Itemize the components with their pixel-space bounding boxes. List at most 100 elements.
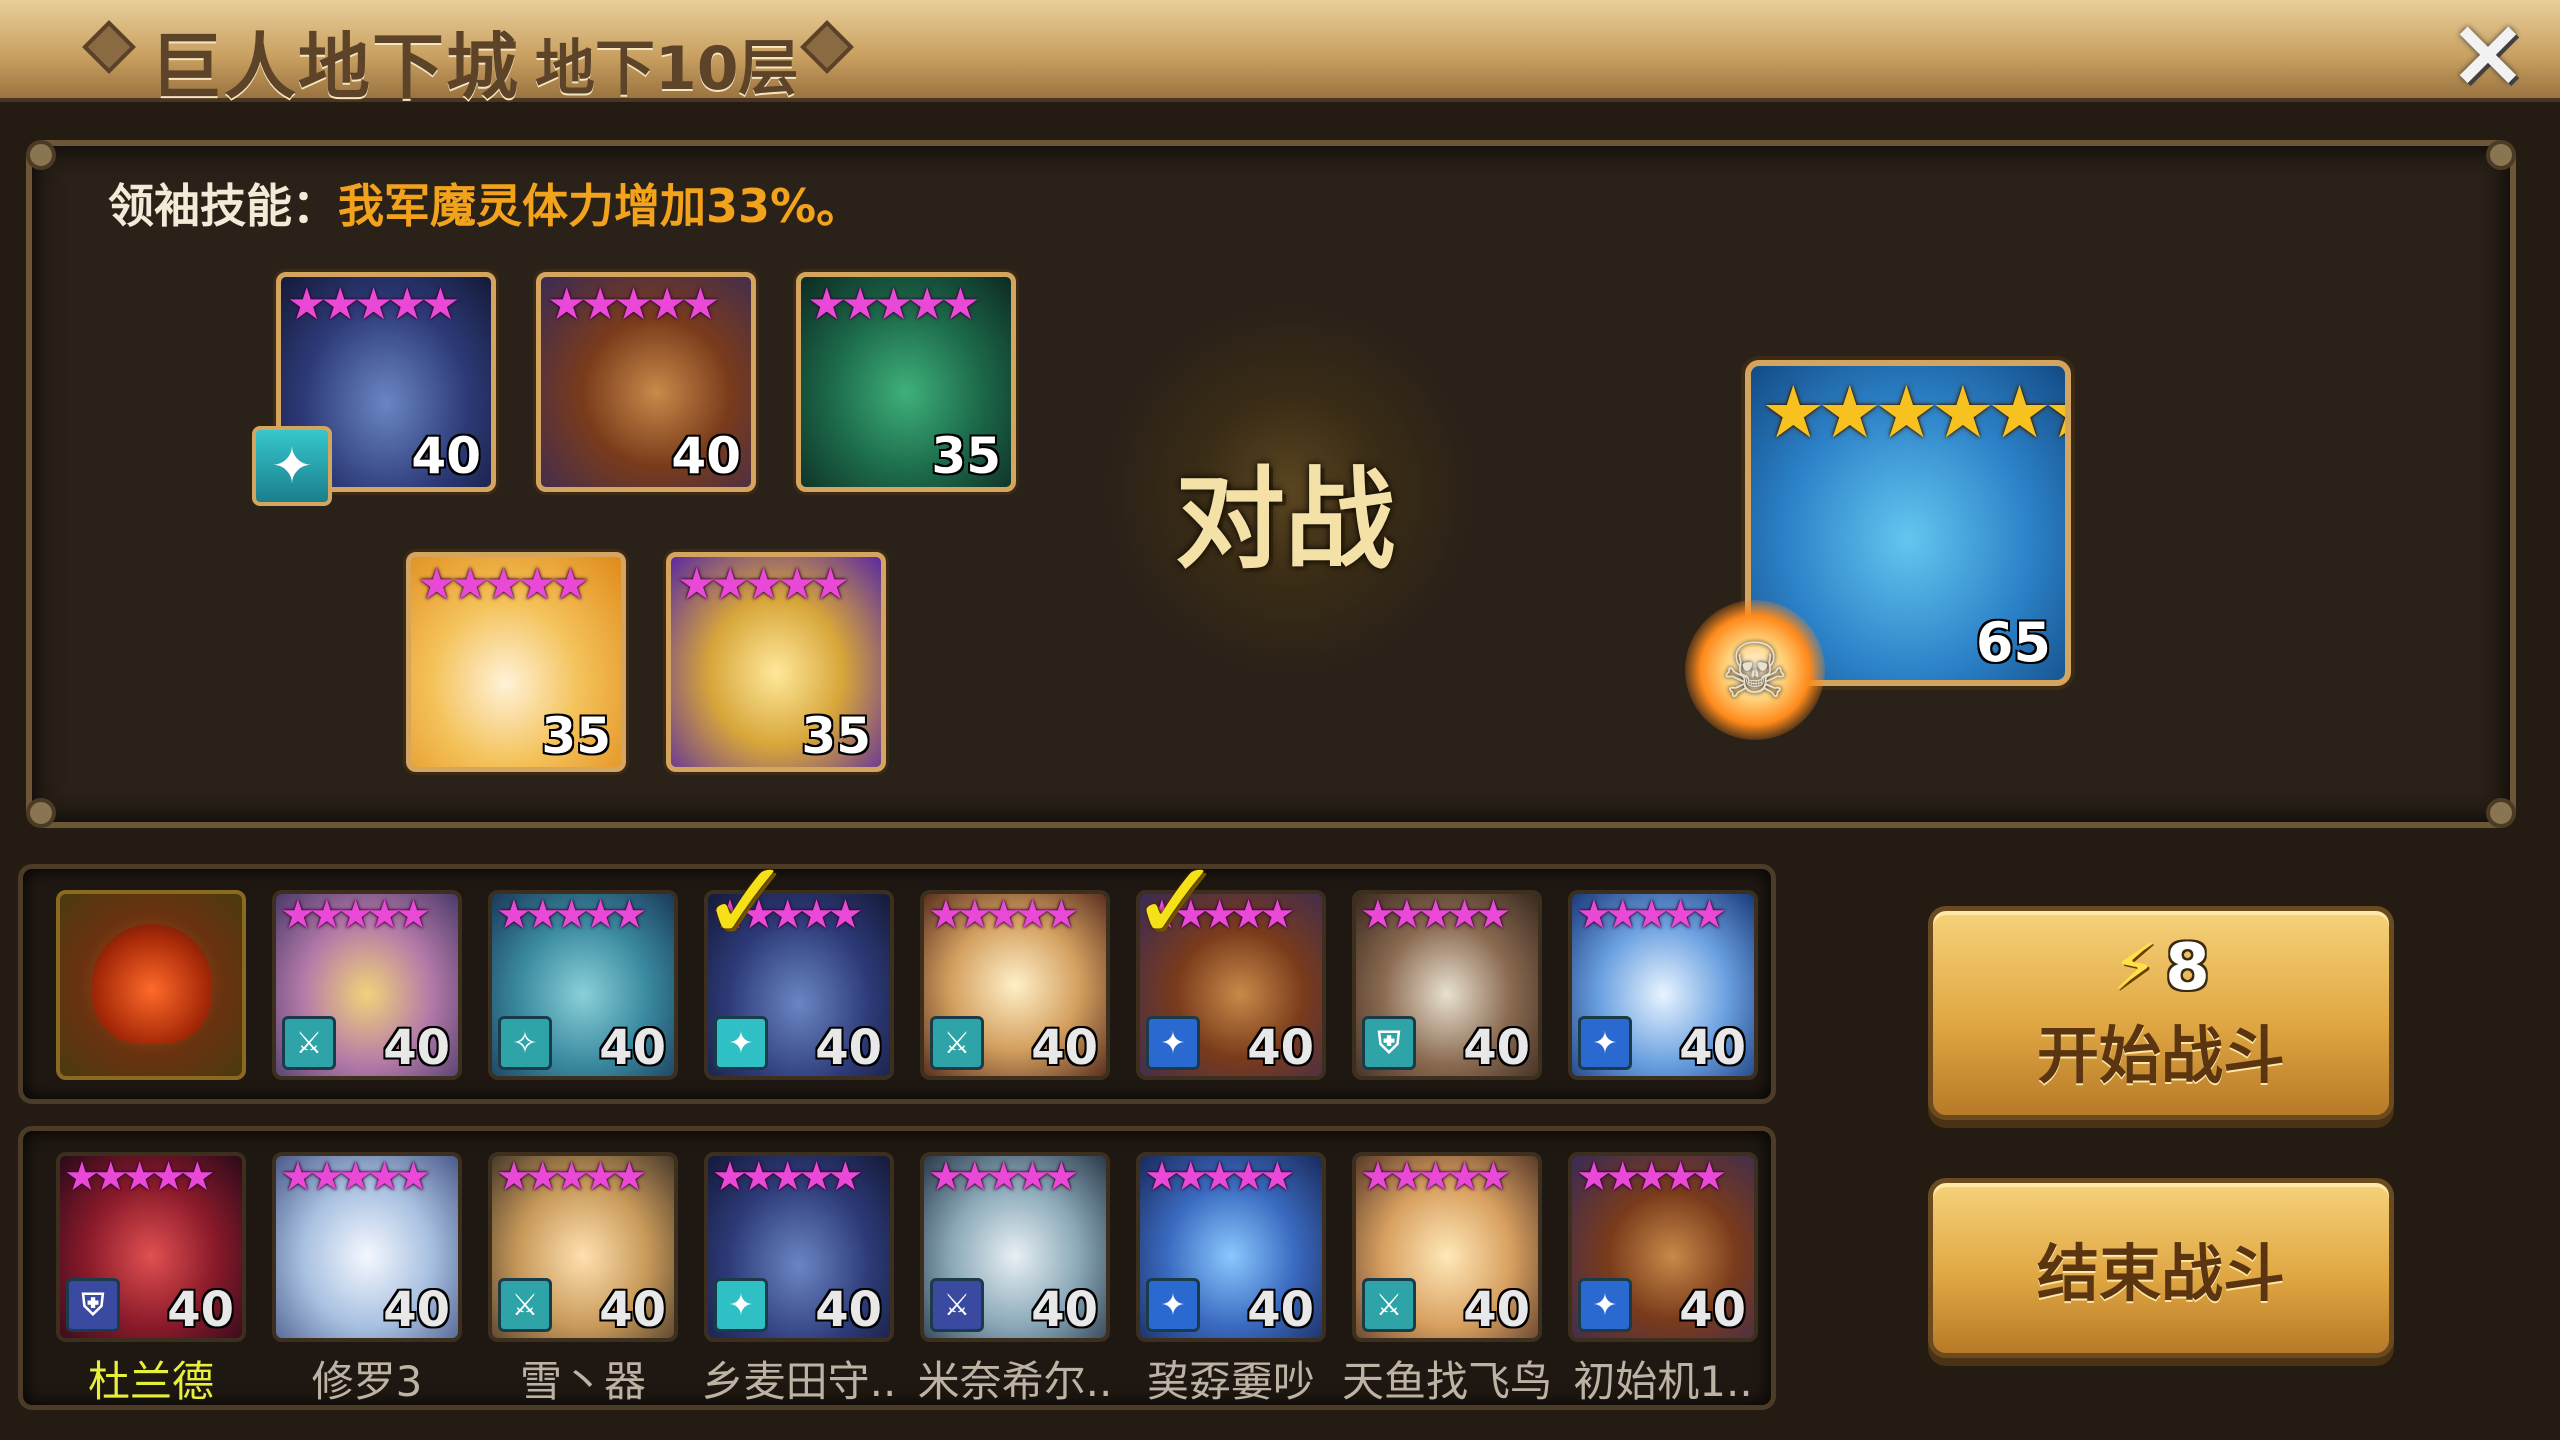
star-rating: ★★★★★ — [1576, 1154, 1727, 1200]
monster-level: 40 — [599, 1020, 666, 1076]
player-name: 巭孬嫑吵 — [1146, 1357, 1315, 1406]
attribute-icon: ✧ — [498, 1016, 552, 1070]
attribute-icon: ⚔ — [282, 1016, 336, 1070]
corner-rivet-icon — [2486, 140, 2516, 170]
star-rating: ★★★★★ — [928, 892, 1079, 938]
dungeon-title: 巨人地下城 — [150, 25, 521, 109]
team-monster-card[interactable]: ★★★★★ 35 — [666, 552, 886, 772]
monster-helmet-icon — [92, 924, 212, 1044]
attribute-icon: ⛨ — [1362, 1016, 1416, 1070]
star-rating: ★★★★★ — [280, 1154, 431, 1200]
monster-level: 40 — [1679, 1282, 1746, 1338]
player-name: 天鱼找飞鸟 — [1342, 1357, 1552, 1406]
start-battle-button[interactable]: ⚡ 8 开始战斗 — [1928, 906, 2394, 1120]
attribute-icon: ⚔ — [498, 1278, 552, 1332]
monster-level: 40 — [815, 1282, 882, 1338]
team-monster-card[interactable]: ★★★★★ 35 — [796, 272, 1016, 492]
monster-level: 35 — [801, 707, 871, 765]
star-rating: ★★★★★ — [928, 1154, 1079, 1200]
roster-monster-slot[interactable]: ★★★★★ ⚔ 40 — [1352, 1152, 1542, 1342]
star-rating: ★★★★★ — [496, 1154, 647, 1200]
roster-monster-slot[interactable]: ★★★★★ ⚔ 40 — [920, 890, 1110, 1080]
monster-level: 40 — [167, 1282, 234, 1338]
player-name: 初始机1.. — [1573, 1357, 1753, 1406]
leader-skill-value: 我军魔灵体力增加33%。 — [338, 179, 863, 233]
player-name: 修罗3 — [311, 1357, 423, 1406]
monster-level: 35 — [931, 427, 1001, 485]
monster-level: 40 — [1463, 1282, 1530, 1338]
star-rating: ★★★★★ — [807, 279, 980, 330]
corner-rivet-icon — [26, 798, 56, 828]
roster-monster-slot[interactable]: ★★★★★ ⚔ 40 — [920, 1152, 1110, 1342]
monster-level: 40 — [671, 427, 741, 485]
monster-level: 40 — [1247, 1020, 1314, 1076]
monster-level: 40 — [1031, 1282, 1098, 1338]
roster-monster-slot[interactable]: ★★★★★ ⚔ 40 — [272, 890, 462, 1080]
monster-level: 40 — [815, 1020, 882, 1076]
diamond-ornament-icon — [82, 20, 136, 74]
star-rating: ★★★★★ — [496, 892, 647, 938]
player-name: 雪丶器 — [519, 1357, 646, 1406]
corner-rivet-icon — [26, 140, 56, 170]
monster-level: 40 — [383, 1282, 450, 1338]
floor-label: 地下10层 — [535, 34, 799, 104]
attribute-icon: ⚔ — [930, 1016, 984, 1070]
attribute-icon: ⚔ — [1362, 1278, 1416, 1332]
attribute-icon: ✦ — [1578, 1278, 1632, 1332]
roster-monster-slot[interactable]: ★★★★★ ✧ 40 — [488, 890, 678, 1080]
player-name: 杜兰德 — [87, 1357, 214, 1406]
roster-monster-slot[interactable]: ★★★★★ ⛨ 40 — [56, 1152, 246, 1342]
monster-level: 35 — [541, 707, 611, 765]
leader-badge: ✦ — [252, 426, 332, 506]
roster-monster-slot[interactable]: ★★★★★ ✦ 40 — [1568, 890, 1758, 1080]
star-rating: ★★★★★ — [677, 559, 850, 610]
star-rating: ★★★★★ — [1360, 1154, 1511, 1200]
corner-rivet-icon — [2486, 798, 2516, 828]
monster-level: 40 — [383, 1020, 450, 1076]
star-rating: ★★★★★ — [287, 279, 460, 330]
roster-monster-slot[interactable]: ★★★★★ ✦ 40 — [1568, 1152, 1758, 1342]
monster-level: 40 — [1463, 1020, 1530, 1076]
boss-level: 65 — [1975, 611, 2051, 674]
star-rating: ★★★★★ — [417, 559, 590, 610]
player-name: 乡麦田守.. — [701, 1357, 897, 1406]
roster-monster-slot[interactable]: ★★★★★ ✦ 40 — [1136, 1152, 1326, 1342]
energy-cost-value: 8 — [2165, 931, 2210, 1005]
energy-cost: ⚡ 8 — [2112, 931, 2209, 1005]
star-rating: ★★★★★ — [1576, 892, 1727, 938]
star-rating: ★★★★★ — [1360, 892, 1511, 938]
energy-bolt-icon: ⚡ — [2112, 931, 2158, 1005]
leader-person-icon: ✦ — [271, 437, 313, 495]
attribute-icon: ✦ — [1146, 1278, 1200, 1332]
start-battle-label: 开始战斗 — [2036, 1019, 2285, 1092]
roster-monster-slot[interactable]: ★★★★★ ⚔ 40 — [488, 1152, 678, 1342]
diamond-ornament-icon — [800, 20, 854, 74]
attribute-icon: ✦ — [1146, 1016, 1200, 1070]
title-bar: 巨人地下城 地下10层 × — [0, 0, 2560, 109]
leader-skill: 领袖技能：我军魔灵体力增加33%。 — [108, 170, 862, 236]
player-name: 米奈希尔.. — [917, 1357, 1113, 1406]
vs-label: 对战 — [1175, 456, 1395, 584]
monster-level: 40 — [599, 1282, 666, 1338]
attribute-icon: ⛨ — [66, 1278, 120, 1332]
roster-monster-slot[interactable]: ★★★★★ ✦ 40 — [704, 1152, 894, 1342]
roster-monster-slot[interactable]: ★★★★★ 40 — [272, 1152, 462, 1342]
monster-level: 40 — [411, 427, 481, 485]
team-monster-card[interactable]: ★★★★★ 40 — [536, 272, 756, 492]
close-button[interactable]: × — [2440, 4, 2536, 100]
attribute-icon: ✦ — [1578, 1016, 1632, 1070]
boss-skull-icon: ☠ — [1685, 600, 1825, 740]
roster-monster-slot[interactable]: ★★★★★ ⛨ 40 — [1352, 890, 1542, 1080]
monster-level: 40 — [1247, 1282, 1314, 1338]
close-icon: × — [2447, 0, 2529, 108]
monster-level: 40 — [1031, 1020, 1098, 1076]
attribute-icon: ✦ — [714, 1278, 768, 1332]
end-battle-button[interactable]: 结束战斗 — [1928, 1178, 2394, 1358]
dungeon-leader-icon-slot[interactable] — [56, 890, 246, 1080]
star-rating: ★★★★★ — [712, 1154, 863, 1200]
leader-skill-label: 领袖技能： — [108, 179, 338, 233]
team-monster-card[interactable]: ★★★★★ 35 — [406, 552, 626, 772]
boss-star-rating: ★★★★★★ — [1761, 370, 2071, 454]
star-rating: ★★★★★ — [1144, 1154, 1295, 1200]
end-battle-label: 结束战斗 — [2036, 1237, 2285, 1310]
